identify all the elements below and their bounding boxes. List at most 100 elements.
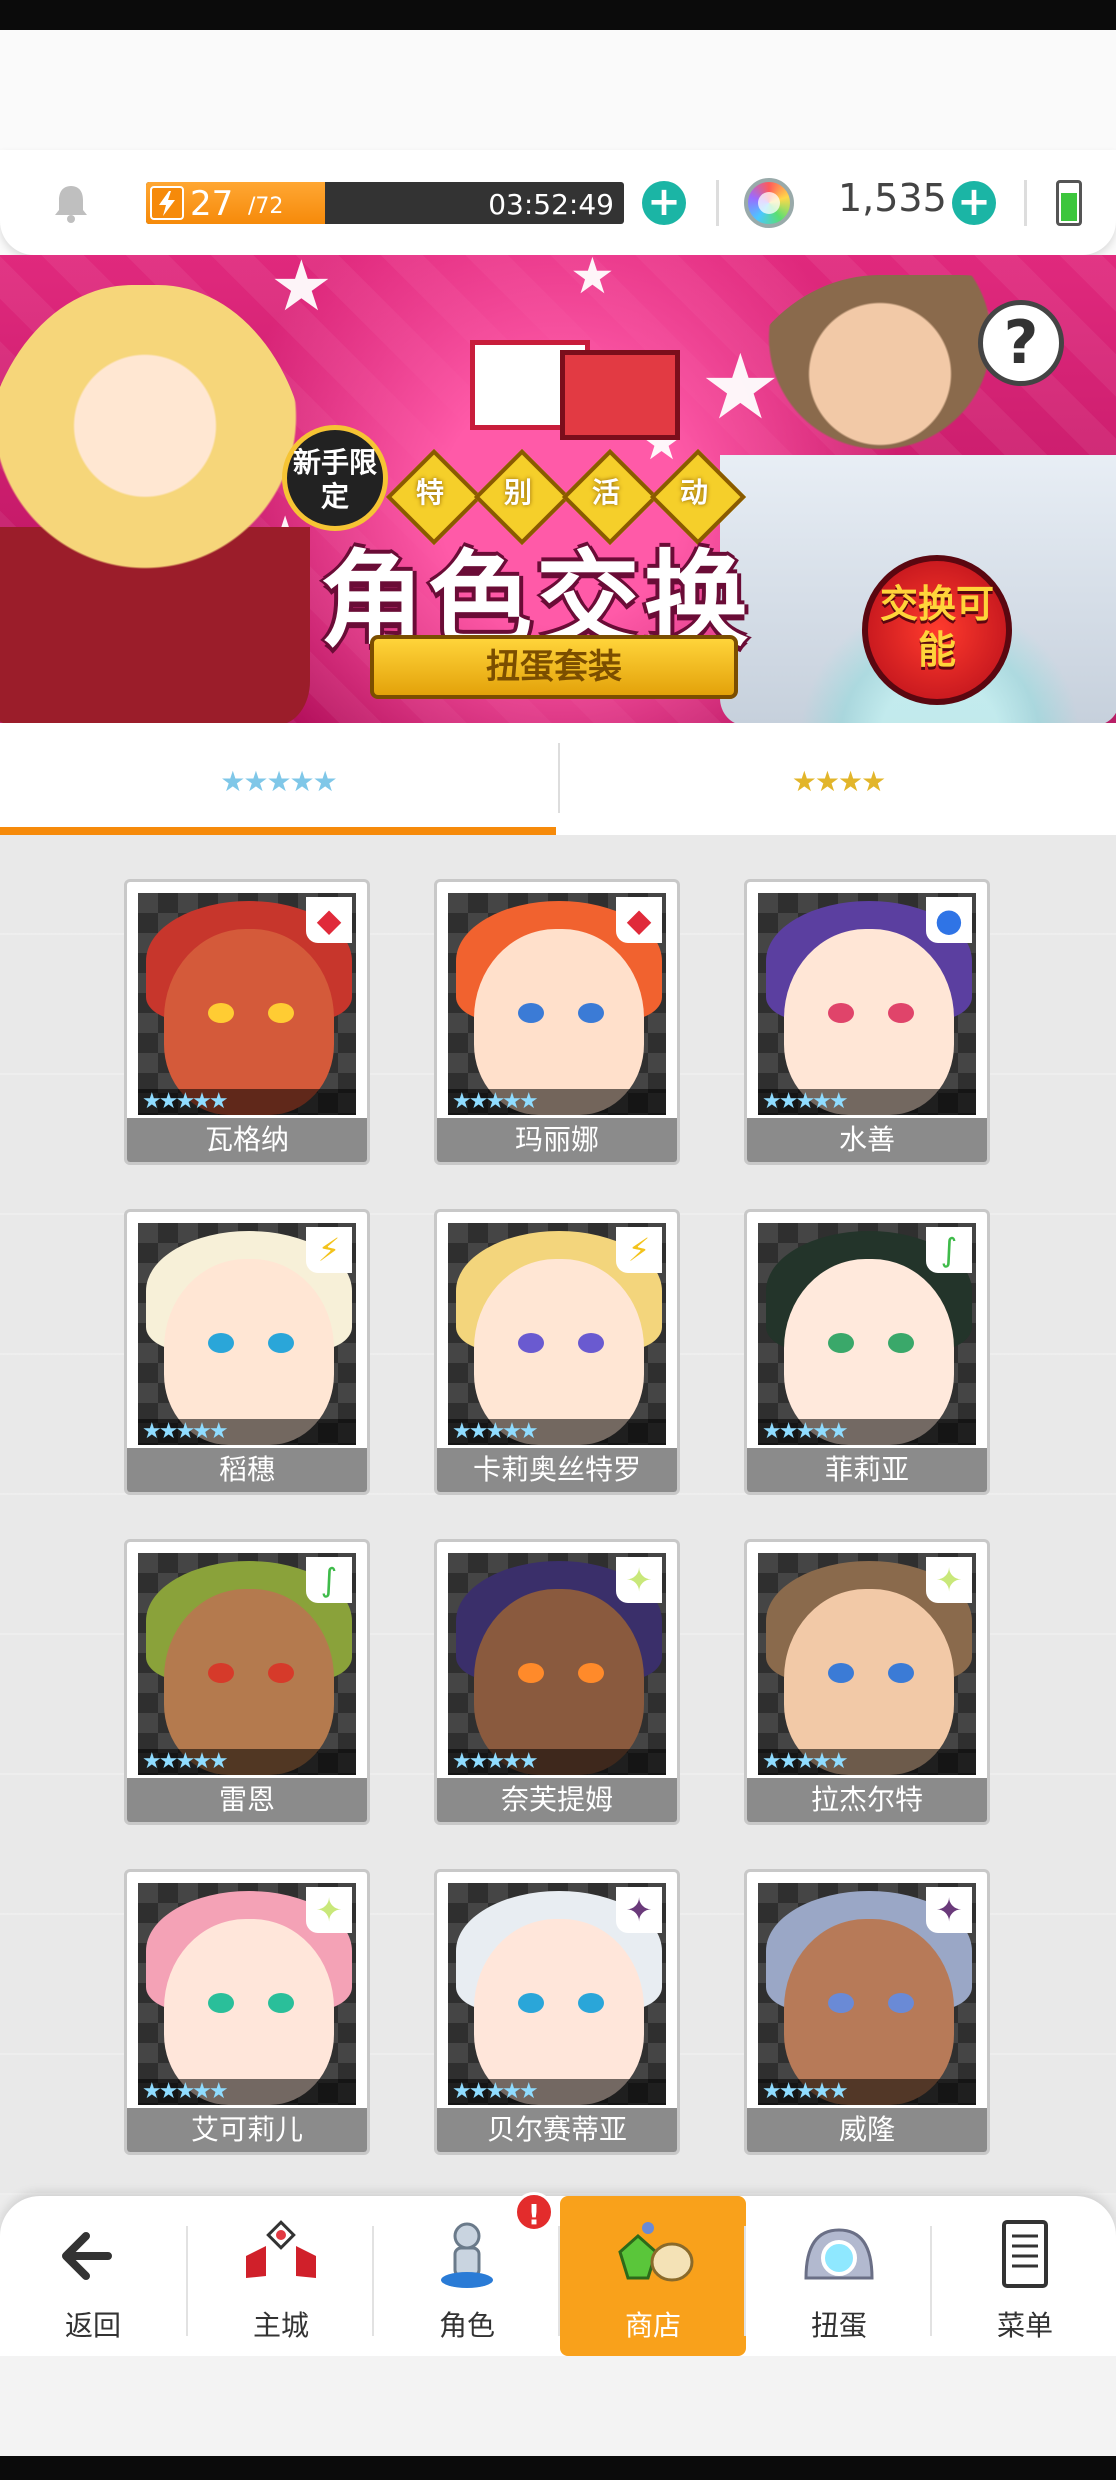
portrait-eye [208, 1993, 234, 2013]
character-name: 稻穗 [127, 1448, 367, 1492]
stamina-timer: 03:52:49 [488, 188, 614, 221]
rarity-stars: ★★★★★ [758, 1749, 976, 1775]
character-card[interactable]: ✦ ★★★★★ 奈芙提姆 [434, 1539, 680, 1825]
character-card[interactable]: ✦ ★★★★★ 拉杰尔特 [744, 1539, 990, 1825]
portrait-eye [828, 1993, 854, 2013]
nav-shop[interactable]: 商店 [560, 2196, 746, 2356]
character-name: 玛丽娜 [437, 1118, 677, 1162]
character-name: 菲莉亚 [747, 1448, 987, 1492]
character-name: 拉杰尔特 [747, 1778, 987, 1822]
nav-castle[interactable]: 主城 [188, 2196, 374, 2356]
portrait-eye [888, 1333, 914, 1353]
portrait-face [164, 1589, 334, 1775]
nav-label: 商店 [624, 2309, 681, 2342]
character-portrait: ✦ [138, 1883, 356, 2105]
rainbow-orb-icon [744, 178, 794, 228]
lightning-icon: ⚡ [616, 1227, 662, 1273]
nav-label: 角色 [438, 2309, 495, 2342]
banner-ribbon: 扭蛋套装 [370, 635, 738, 699]
character-card[interactable]: ⚡ ★★★★★ 卡莉奥丝特罗 [434, 1209, 680, 1495]
nav-menu[interactable]: 菜单 [932, 2196, 1116, 2356]
rarity-stars: ★★★★★ [138, 1749, 356, 1775]
castle-icon [246, 2220, 316, 2278]
character-name: 雷恩 [127, 1778, 367, 1822]
portrait-eye [828, 1663, 854, 1683]
character-card[interactable]: ✦ ★★★★★ 艾可莉儿 [124, 1869, 370, 2155]
rarity-stars: ★★★★★ [448, 2079, 666, 2105]
light-icon: ✦ [616, 1557, 662, 1603]
nav-characters[interactable]: 角色 ! [374, 2192, 560, 2356]
event-tag-char: 动 [679, 476, 708, 509]
character-icon [441, 2222, 493, 2288]
add-orbs-button[interactable]: + [952, 181, 996, 225]
stamina-bolt-icon [150, 186, 184, 220]
tab-5-star[interactable]: ★★★★★ [0, 723, 556, 835]
divider [1024, 180, 1027, 226]
help-button[interactable]: ? [978, 300, 1064, 386]
light-icon: ✦ [926, 1557, 972, 1603]
character-card[interactable]: ● ★★★★★ 水善 [744, 879, 990, 1165]
rarity-tabs: ★★★★★ ★★★★ [0, 723, 1116, 835]
character-name: 威隆 [747, 2108, 987, 2152]
portrait-eye [208, 1003, 234, 1023]
character-portrait: ● [758, 893, 976, 1115]
portrait-face [784, 1919, 954, 2105]
event-tag-char: 活 [591, 476, 620, 509]
shadow-icon: ✦ [616, 1887, 662, 1933]
portrait-eye [208, 1663, 234, 1683]
portrait-eye [578, 1003, 604, 1023]
stamina-bar: 27 /72 03:52:49 [146, 182, 624, 224]
nav-back[interactable]: 返回 [0, 2196, 186, 2356]
character-card[interactable]: ∫ ★★★★★ 雷恩 [124, 1539, 370, 1825]
light-icon: ✦ [306, 1887, 352, 1933]
character-card[interactable]: ✦ ★★★★★ 贝尔赛蒂亚 [434, 1869, 680, 2155]
diamond-icon: ◆ [616, 897, 662, 943]
event-tag-char: 别 [503, 476, 532, 509]
rarity-stars: ★★★★★ [758, 2079, 976, 2105]
wind-icon: ∫ [306, 1557, 352, 1603]
character-alert-badge: ! [514, 2192, 554, 2232]
star-decoration: ★ [270, 255, 333, 327]
character-grid: ◆ ★★★★★ 瓦格纳 ◆ ★★★★★ 玛丽娜 ● ★★★★★ 水善 ⚡ ★★★★★ 稻穗 ⚡ ★★★★★… [0, 835, 1116, 2195]
portrait-eye [578, 1663, 604, 1683]
character-card[interactable]: ⚡ ★★★★★ 稻穗 [124, 1209, 370, 1495]
character-name: 奈芙提姆 [437, 1778, 677, 1822]
rarity-stars: ★★★★★ [758, 1419, 976, 1445]
gacha-icon [804, 2228, 874, 2280]
character-portrait: ∫ [138, 1553, 356, 1775]
orb-count: 1,535 [838, 176, 947, 220]
wind-icon: ∫ [926, 1227, 972, 1273]
lightning-icon: ⚡ [306, 1227, 352, 1273]
portrait-eye [518, 1993, 544, 2013]
tab-stars: ★★★★★ [220, 765, 338, 798]
banner-character-left [0, 285, 310, 723]
character-name: 艾可莉儿 [127, 2108, 367, 2152]
portrait-eye [518, 1663, 544, 1683]
portrait-eye [268, 1003, 294, 1023]
bottom-spacer [0, 2356, 1116, 2456]
tab-4-star[interactable]: ★★★★ [560, 723, 1116, 835]
stamina-current: 27 [190, 184, 234, 224]
character-card[interactable]: ∫ ★★★★★ 菲莉亚 [744, 1209, 990, 1495]
character-name: 水善 [747, 1118, 987, 1162]
portrait-eye [578, 1333, 604, 1353]
divider [716, 180, 719, 226]
rarity-stars: ★★★★★ [138, 2079, 356, 2105]
portrait-face [164, 1919, 334, 2105]
nav-gacha[interactable]: 扭蛋 [746, 2196, 932, 2356]
character-card[interactable]: ✦ ★★★★★ 威隆 [744, 1869, 990, 2155]
portrait-eye [518, 1333, 544, 1353]
ticket-icon [560, 350, 680, 440]
diamond-icon: ◆ [306, 897, 352, 943]
shop-icon [618, 2222, 694, 2282]
character-card[interactable]: ◆ ★★★★★ 玛丽娜 [434, 879, 680, 1165]
rarity-stars: ★★★★★ [448, 1749, 666, 1775]
notification-bell-icon[interactable] [48, 180, 94, 226]
portrait-eye [518, 1003, 544, 1023]
character-card[interactable]: ◆ ★★★★★ 瓦格纳 [124, 879, 370, 1165]
nav-label: 扭蛋 [810, 2309, 867, 2342]
add-stamina-button[interactable]: + [642, 181, 686, 225]
portrait-eye [208, 1333, 234, 1353]
portrait-face [474, 1259, 644, 1445]
portrait-eye [268, 1663, 294, 1683]
